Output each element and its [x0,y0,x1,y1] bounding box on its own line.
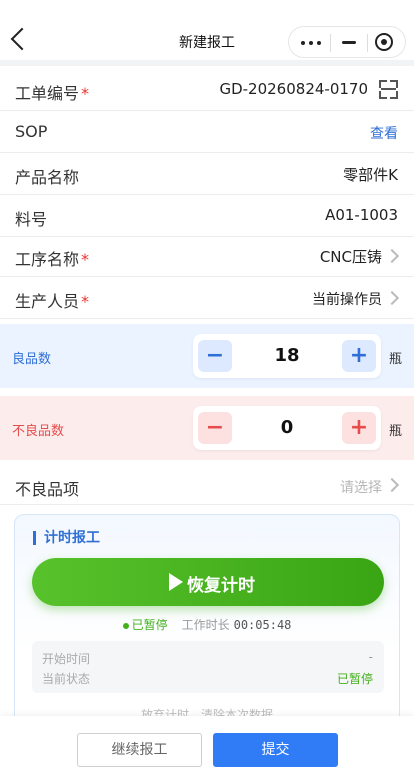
good-qty-stepper: − 18 + [193,334,381,378]
process-name-row[interactable]: 工序名称 * CNC压铸 [0,235,414,277]
start-time-label: 开始时间 [42,652,91,666]
start-time-value: - [368,650,373,664]
process-name-value: CNC压铸 [319,248,382,266]
submit-button[interactable]: 提交 [213,733,338,767]
bad-qty-stepper: − 0 + [193,406,381,450]
continue-report-button[interactable]: 继续报工 [77,733,202,767]
resume-timer-label: 恢复计时 [187,576,255,596]
sop-view-link[interactable]: 查看 [370,123,398,143]
footer-bar: 继续报工 提交 [0,716,414,780]
good-qty-value[interactable]: 18 [233,345,341,366]
chevron-right-icon [384,290,400,306]
bad-qty-plus-button[interactable]: + [342,412,376,444]
timer-card-title: 计时报工 [33,531,100,545]
more-icon[interactable] [301,41,323,45]
product-name-value: 零部件K [343,166,398,184]
defect-item-select[interactable]: 请选择 [340,477,382,497]
capsule-divider [367,34,368,52]
scan-icon[interactable] [379,80,398,99]
current-status-label: 当前状态 [42,672,91,686]
nav-bar: 新建报工 [0,0,414,66]
minimize-icon[interactable] [342,41,356,44]
operator-label: 生产人员 * [15,292,90,311]
good-qty-section: 良品数 − 18 + 瓶 [0,324,414,388]
play-icon [169,573,183,591]
work-time-value: 00:05:48 [233,618,292,632]
work-order-label: 工单编号 * [15,84,90,103]
sop-label: SOP [15,122,48,141]
chevron-right-icon [384,248,400,264]
good-qty-unit: 瓶 [389,352,403,367]
status-dot-icon [122,622,129,629]
timer-status-line: 已暂停 工作时长 00:05:48 [15,616,399,633]
part-no-value: A01-1003 [325,206,398,224]
work-order-row: 工单编号 * GD-20260824-0170 [0,69,414,111]
bad-qty-value[interactable]: 0 [233,417,341,438]
bad-qty-label: 不良品数 [12,424,65,439]
timer-info-box: 开始时间 - 当前状态 已暂停 [32,641,384,693]
bad-qty-section: 不良品数 − 0 + 瓶 [0,396,414,460]
work-time-label: 工作时长 [181,618,230,632]
defect-item-row[interactable]: 不良品项 请选择 [0,465,414,505]
product-name-label: 产品名称 [15,168,80,187]
product-name-row: 产品名称 零部件K [0,153,414,195]
timer-card: 计时报工 恢复计时 已暂停 工作时长 00:05:48 开始时间 - 当前状态 已暂… [14,514,400,744]
mini-program-capsule [288,26,406,58]
part-no-label: 料号 [15,210,48,229]
good-qty-plus-button[interactable]: + [342,340,376,372]
capsule-divider [330,34,331,52]
part-no-row: 料号 A01-1003 [0,195,414,237]
sop-row: SOP 查看 [0,111,414,153]
resume-timer-button[interactable]: 恢复计时 [32,558,384,606]
chevron-right-icon [384,477,400,493]
defect-item-label: 不良品项 [15,480,80,499]
bad-qty-minus-button[interactable]: − [198,412,232,444]
operator-row[interactable]: 生产人员 * 当前操作员 [0,277,414,319]
good-qty-minus-button[interactable]: − [198,340,232,372]
good-qty-label: 良品数 [12,352,52,367]
bad-qty-unit: 瓶 [389,424,403,439]
target-icon[interactable] [375,33,393,51]
timer-status: 已暂停 [131,618,168,632]
process-name-label: 工序名称 * [15,250,90,269]
work-order-value: GD-20260824-0170 [219,80,368,98]
operator-value: 当前操作员 [312,292,382,308]
current-status-value: 已暂停 [336,672,373,686]
